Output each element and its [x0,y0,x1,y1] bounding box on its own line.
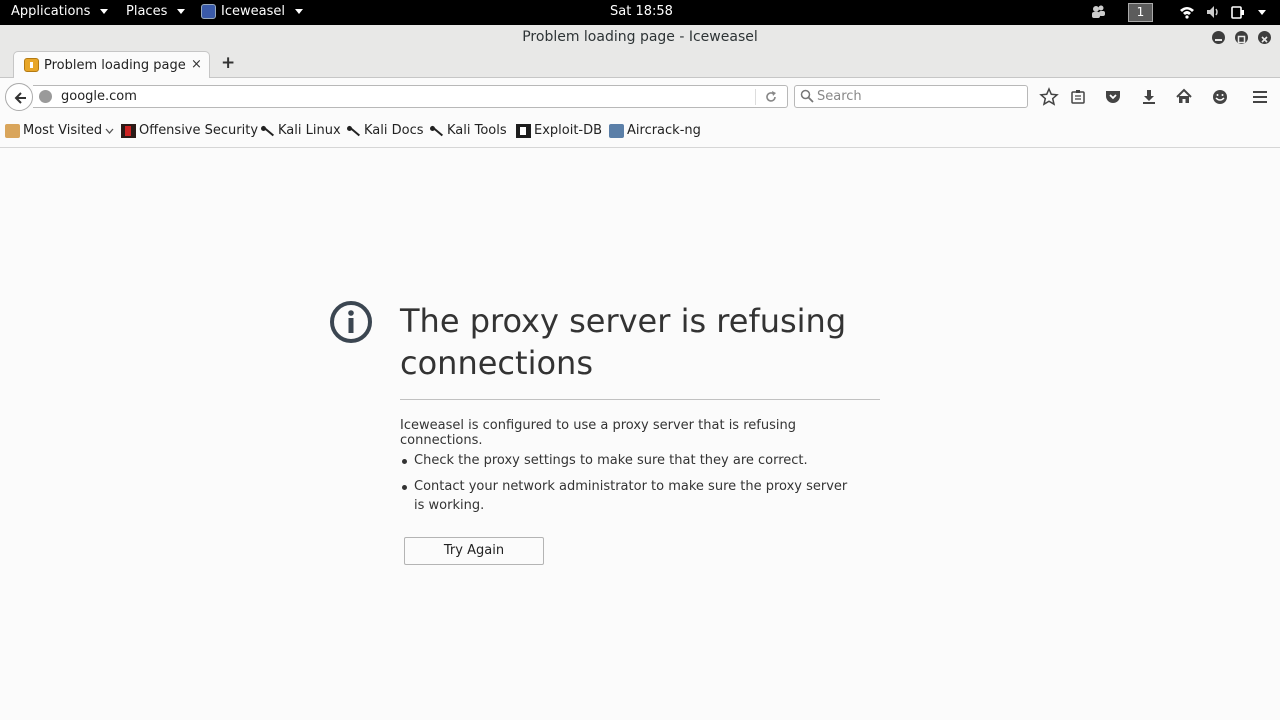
bookmark-exploit-db[interactable]: Exploit-DB [516,123,602,138]
globe-icon [39,90,52,103]
chevron-down-icon [177,9,186,14]
hamburger-menu-icon[interactable] [1250,87,1270,107]
minimize-icon [1215,39,1222,41]
bookmark-most-visited[interactable]: Most Visited [5,123,114,138]
search-box[interactable]: Search [794,85,1028,108]
search-placeholder: Search [817,89,862,104]
bookmark-label: Offensive Security [139,123,259,138]
chevron-down-icon [294,9,303,14]
warning-favicon-icon [24,58,39,72]
back-button[interactable] [5,83,33,111]
tab-strip: Problem loading page × + [0,50,1280,79]
pocket-icon[interactable] [1103,87,1123,107]
new-tab-button[interactable]: + [221,53,235,73]
navigation-toolbar: google.com Search [0,78,1280,116]
folder-icon [5,123,20,138]
applications-label: Applications [11,4,91,19]
kali-icon [260,124,275,138]
bookmark-aircrack-ng[interactable]: Aircrack-ng [609,123,701,138]
bookmarks-toolbar: Most Visited Offensive Security Kali Lin… [0,116,1280,148]
list-item: Check the proxy settings to make sure th… [400,451,860,470]
window-title: Problem loading page - Iceweasel [522,29,758,45]
reload-icon[interactable] [764,90,778,104]
volume-icon[interactable] [1205,4,1221,20]
app-menu[interactable]: Iceweasel [201,4,303,19]
bookmark-label: Kali Linux [278,123,341,138]
users-icon[interactable] [1090,4,1106,20]
bookmark-offensive-security[interactable]: Offensive Security [121,123,258,138]
window-titlebar: Problem loading page - Iceweasel [0,25,1280,50]
bookmark-label: Kali Tools [447,123,507,138]
info-icon [330,301,372,343]
back-arrow-icon [14,92,26,104]
places-menu[interactable]: Places [126,4,186,19]
chevron-down-icon [100,9,109,14]
home-icon[interactable] [1174,87,1194,107]
close-window-button[interactable] [1258,31,1271,44]
exploitdb-icon [516,123,531,138]
aircrack-icon [609,123,624,138]
try-again-button[interactable]: Try Again [404,537,544,565]
url-separator [755,89,756,105]
error-title: The proxy server is refusing connections [400,302,847,382]
tab-close-icon[interactable]: × [191,57,202,72]
bookmark-label: Aircrack-ng [627,123,701,138]
bookmark-label: Most Visited [23,123,103,138]
gnome-top-bar: Applications Places Iceweasel Sat 18:58 … [0,0,1280,25]
minimize-button[interactable] [1212,31,1225,44]
bookmarks-menu-icon[interactable] [1068,87,1088,107]
bookmark-kali-docs[interactable]: Kali Docs [346,123,424,138]
workspace-indicator[interactable]: 1 [1128,3,1153,22]
kali-icon [429,124,444,138]
clock[interactable]: Sat 18:58 [610,4,673,19]
bookmark-kali-linux[interactable]: Kali Linux [260,123,341,138]
bookmark-kali-tools[interactable]: Kali Tools [429,123,507,138]
system-menu-chevron-icon[interactable] [1258,10,1266,15]
maximize-icon [1237,35,1246,44]
bookmark-label: Kali Docs [364,123,424,138]
title-divider [400,399,880,400]
offsec-icon [121,123,136,138]
close-icon [1261,36,1268,43]
app-name-label: Iceweasel [221,4,285,19]
bookmark-star-icon[interactable] [1039,87,1059,107]
chevron-down-icon [105,128,114,134]
iceweasel-icon [201,4,216,19]
url-text[interactable]: google.com [61,89,137,104]
tab-problem-loading[interactable]: Problem loading page × [13,51,210,79]
error-page: The proxy server is refusing connections… [0,148,1280,720]
applications-menu[interactable]: Applications [11,4,109,19]
error-description: Iceweasel is configured to use a proxy s… [400,418,796,448]
wifi-icon[interactable] [1179,4,1195,20]
clock-label: Sat 18:58 [610,4,673,19]
error-suggestions: Check the proxy settings to make sure th… [400,451,860,522]
search-icon [800,89,814,103]
kali-icon [346,124,361,138]
places-label: Places [126,4,168,19]
bookmark-label: Exploit-DB [534,123,603,138]
maximize-button[interactable] [1235,31,1248,44]
list-item: Contact your network administrator to ma… [400,477,860,515]
screen: Applications Places Iceweasel Sat 18:58 … [0,0,1280,720]
url-bar[interactable]: google.com [33,85,788,108]
power-icon[interactable] [1230,4,1246,20]
hello-chat-icon[interactable] [1210,87,1230,107]
downloads-icon[interactable] [1139,87,1159,107]
tab-label: Problem loading page [44,58,186,73]
